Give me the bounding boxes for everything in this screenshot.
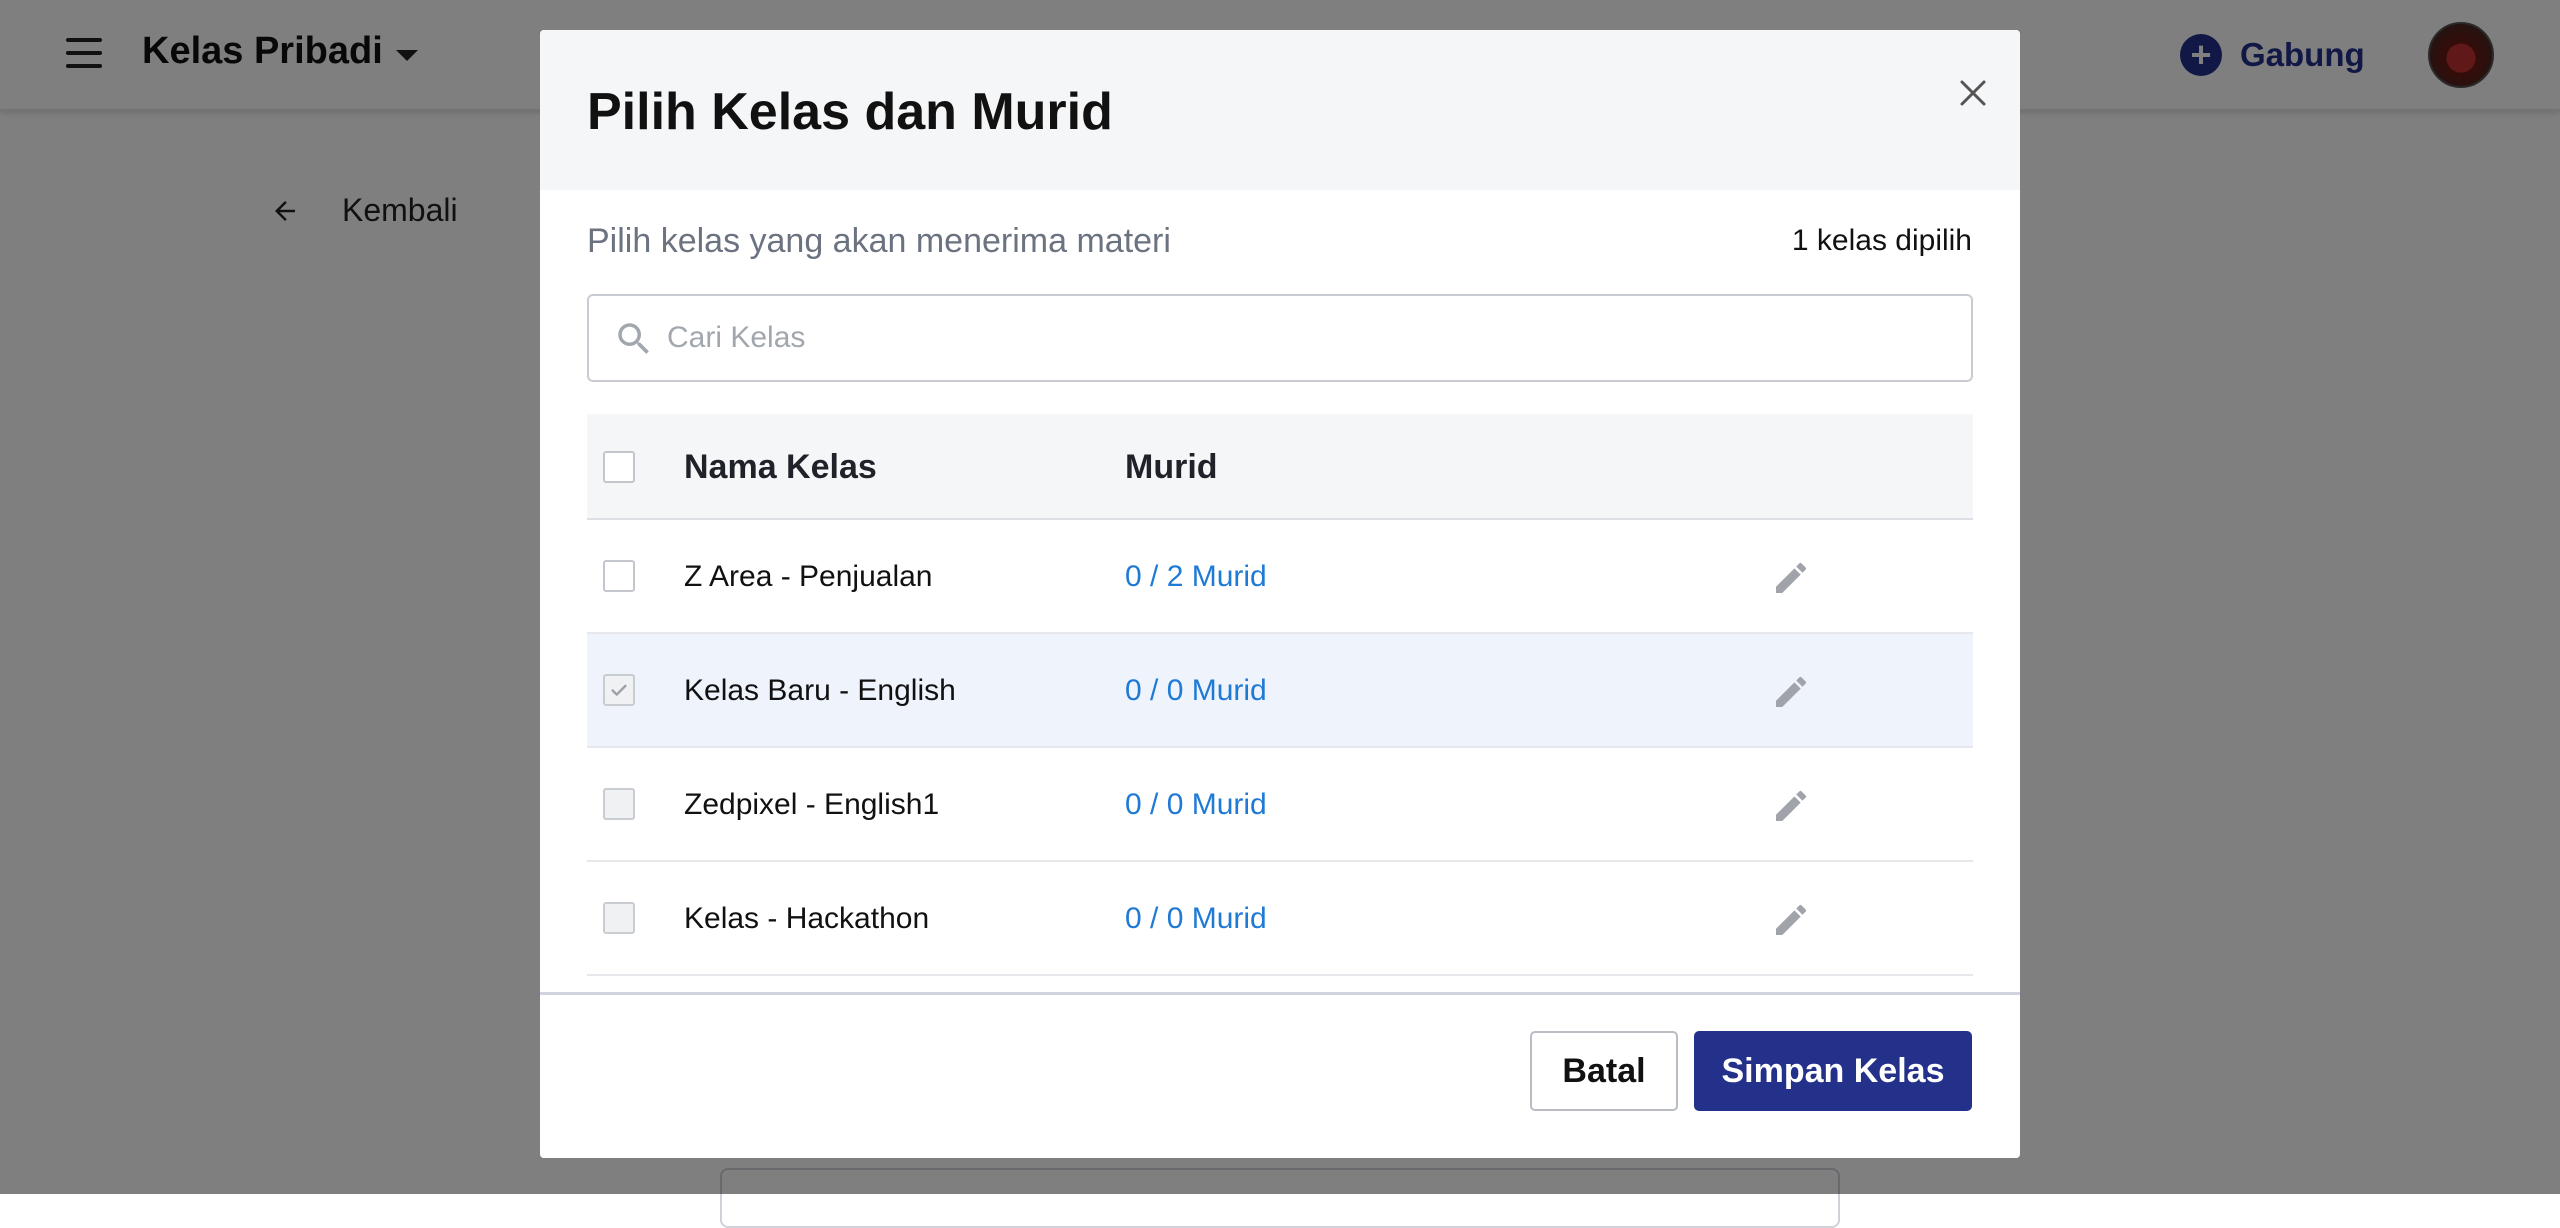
column-header-murid: Murid bbox=[1125, 448, 1218, 486]
class-name: Z Area - Penjualan bbox=[684, 560, 933, 593]
modal-header: Pilih Kelas dan Murid bbox=[540, 30, 2020, 190]
row-checkbox[interactable] bbox=[603, 560, 635, 592]
row-checkbox[interactable] bbox=[603, 788, 635, 820]
search-input[interactable] bbox=[667, 298, 1957, 378]
checkmark-icon bbox=[611, 684, 627, 696]
pencil-edit-icon[interactable] bbox=[1771, 558, 1811, 598]
student-count-link[interactable]: 0 / 0 Murid bbox=[1125, 674, 1267, 708]
class-table: Nama Kelas Murid Z Area - Penjualan 0 / … bbox=[587, 414, 1973, 976]
class-name: Zedpixel - English1 bbox=[684, 788, 940, 821]
select-all-checkbox[interactable] bbox=[603, 451, 635, 483]
student-count-link[interactable]: 0 / 2 Murid bbox=[1125, 560, 1267, 594]
table-row[interactable]: Kelas - Hackathon 0 / 0 Murid bbox=[587, 862, 1973, 976]
table-row[interactable]: Zedpixel - English1 0 / 0 Murid bbox=[587, 748, 1973, 862]
table-row[interactable]: Kelas Baru - English 0 / 0 Murid bbox=[587, 634, 1973, 748]
modal-footer: Batal Simpan Kelas bbox=[540, 992, 2020, 1158]
row-checkbox[interactable] bbox=[603, 674, 635, 706]
row-checkbox[interactable] bbox=[603, 902, 635, 934]
search-box[interactable] bbox=[587, 294, 1973, 382]
save-class-button[interactable]: Simpan Kelas bbox=[1694, 1031, 1972, 1111]
class-name: Kelas Baru - English bbox=[684, 674, 956, 707]
table-row[interactable]: Z Area - Penjualan 0 / 2 Murid bbox=[587, 520, 1973, 634]
pencil-edit-icon[interactable] bbox=[1771, 786, 1811, 826]
cancel-button[interactable]: Batal bbox=[1530, 1031, 1678, 1111]
pencil-edit-icon[interactable] bbox=[1771, 672, 1811, 712]
select-class-modal: Pilih Kelas dan Murid Pilih kelas yang a… bbox=[540, 30, 2020, 1158]
column-header-name: Nama Kelas bbox=[684, 448, 877, 486]
search-icon bbox=[618, 323, 649, 354]
pencil-edit-icon[interactable] bbox=[1771, 900, 1811, 940]
app-root: Kelas Pribadi + Gabung Kembali Pilih Kel… bbox=[0, 0, 2560, 1228]
class-name: Kelas - Hackathon bbox=[684, 902, 930, 935]
selected-count: 1 kelas dipilih bbox=[1791, 224, 1972, 257]
modal-subtitle: Pilih kelas yang akan menerima materi bbox=[587, 222, 1171, 260]
table-header: Nama Kelas Murid bbox=[587, 414, 1973, 520]
student-count-link[interactable]: 0 / 0 Murid bbox=[1125, 902, 1267, 936]
modal-title: Pilih Kelas dan Murid bbox=[587, 83, 1113, 141]
student-count-link[interactable]: 0 / 0 Murid bbox=[1125, 788, 1267, 822]
close-icon[interactable] bbox=[1948, 68, 1998, 118]
